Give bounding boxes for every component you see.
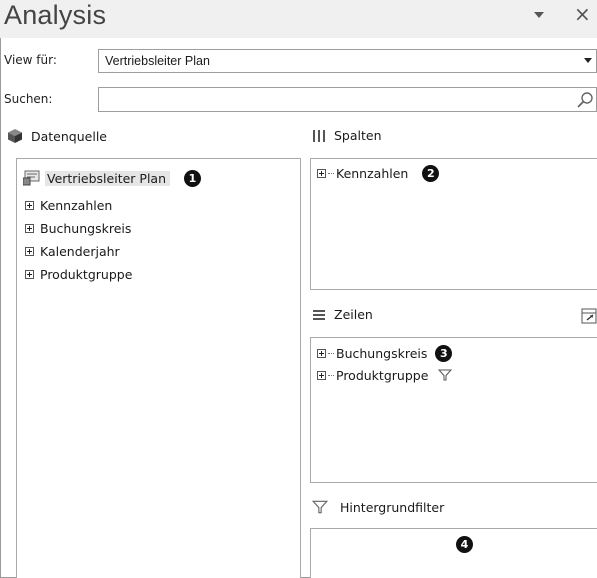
search-input[interactable] — [98, 87, 597, 112]
callout-badge-2: 2 — [422, 164, 440, 182]
column-item-label: Kennzahlen — [336, 165, 409, 181]
view-label: View für: — [4, 53, 57, 67]
expand-icon[interactable] — [25, 246, 34, 256]
view-select-value: Vertriebsleiter Plan — [105, 54, 210, 68]
row-item-label: Produktgruppe — [336, 367, 429, 383]
pane-options-icon[interactable] — [532, 8, 546, 22]
datasource-header: Datenquelle — [7, 128, 107, 144]
callout-badge-4: 4 — [456, 536, 473, 553]
columns-header-label: Spalten — [334, 128, 382, 143]
datasource-panel: Vertriebsleiter Plan 1 Kennzahlen Buchun… — [16, 158, 301, 578]
title-bar: Analysis × — [0, 0, 597, 38]
datasource-root[interactable]: Vertriebsleiter Plan 1 — [23, 168, 201, 188]
cube-icon — [8, 129, 22, 143]
rows-panel[interactable]: Buchungskreis 3 Produktgruppe — [310, 337, 597, 483]
rows-header: Zeilen — [312, 307, 373, 322]
tree-item[interactable]: Buchungskreis — [25, 218, 131, 238]
tree-item-label: Buchungskreis — [40, 220, 132, 236]
tree-item[interactable]: Produktgruppe — [25, 264, 132, 284]
row-item[interactable]: Produktgruppe — [317, 365, 453, 385]
rows-icon — [313, 309, 325, 320]
datasource-header-label: Datenquelle — [31, 128, 107, 144]
tree-item-label: Produktgruppe — [40, 266, 133, 282]
pane-title: Analysis — [4, 0, 107, 30]
expand-icon[interactable] — [25, 269, 34, 279]
background-filter-header: Hintergrundfilter — [312, 499, 444, 515]
search-icon[interactable] — [576, 91, 594, 109]
view-select[interactable]: Vertriebsleiter Plan — [98, 49, 597, 73]
search-label: Suchen: — [4, 92, 53, 106]
expand-icon[interactable] — [317, 168, 326, 178]
tree-item[interactable]: Kalenderjahr — [25, 241, 120, 261]
swap-axes-icon[interactable] — [581, 308, 597, 324]
background-filter-header-label: Hintergrundfilter — [340, 499, 445, 515]
tree-item[interactable]: Kennzahlen — [25, 195, 112, 215]
tree-item-label: Kennzahlen — [40, 197, 113, 213]
callout-badge-3: 3 — [435, 344, 453, 362]
rows-header-label: Zeilen — [334, 307, 373, 322]
filter-icon[interactable] — [438, 368, 453, 382]
expand-icon[interactable] — [317, 370, 326, 380]
expand-icon[interactable] — [317, 348, 326, 358]
callout-badge-1: 1 — [184, 169, 201, 187]
filter-icon — [312, 500, 328, 514]
columns-header: Spalten — [312, 128, 382, 143]
column-item[interactable]: Kennzahlen 2 — [317, 163, 440, 183]
expand-icon[interactable] — [25, 200, 34, 210]
row-item-label: Buchungskreis — [336, 345, 428, 361]
data-view-icon — [23, 170, 40, 186]
columns-panel[interactable]: Kennzahlen 2 — [310, 158, 597, 290]
chevron-down-icon[interactable] — [584, 58, 592, 63]
background-filter-panel[interactable]: 4 — [310, 528, 597, 578]
columns-icon — [313, 129, 325, 142]
row-item[interactable]: Buchungskreis 3 — [317, 343, 453, 363]
tree-item-label: Kalenderjahr — [40, 243, 120, 259]
close-icon[interactable]: × — [574, 2, 591, 26]
datasource-root-label: Vertriebsleiter Plan — [45, 170, 170, 186]
expand-icon[interactable] — [25, 223, 34, 233]
